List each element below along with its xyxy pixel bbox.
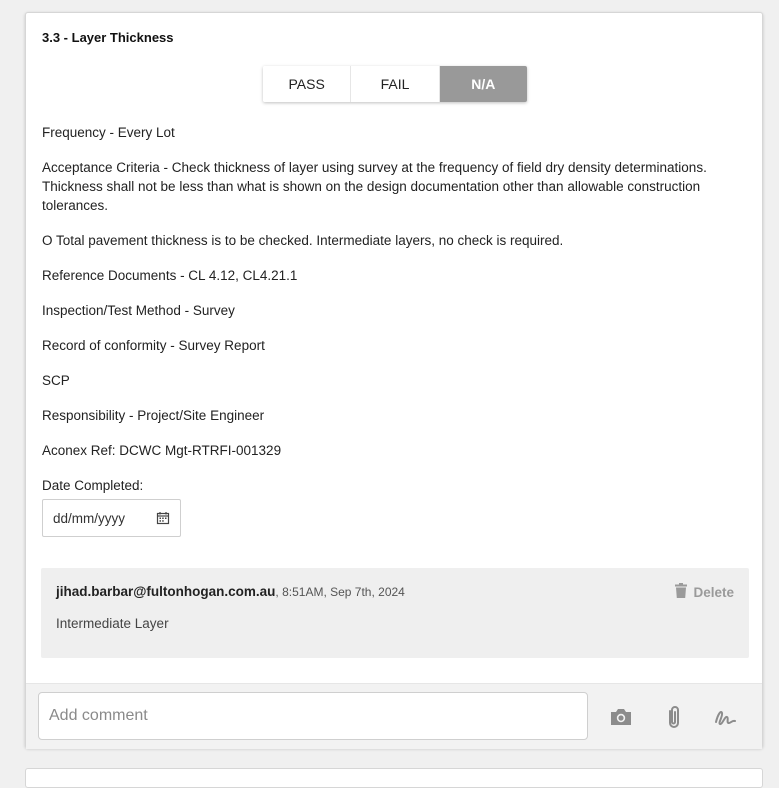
result-toggle-group: PASS FAIL N/A: [263, 66, 527, 102]
na-button[interactable]: N/A: [439, 66, 527, 102]
calendar-icon[interactable]: [156, 511, 170, 525]
date-completed-label: Date Completed:: [42, 478, 144, 493]
signature-icon[interactable]: [712, 704, 738, 730]
thickness-note-text: O Total pavement thickness is to be chec…: [42, 233, 564, 248]
acceptance-criteria-text: Acceptance Criteria - Check thickness of…: [42, 160, 707, 213]
next-item-card: [25, 768, 763, 788]
item-details: Frequency - Every Lot Acceptance Criteri…: [42, 123, 742, 537]
comment-entry: jihad.barbar@fultonhogan.com.au, 8:51AM,…: [41, 568, 749, 658]
add-comment-input[interactable]: [38, 692, 588, 740]
fail-button[interactable]: FAIL: [351, 66, 440, 102]
aconex-ref-text: Aconex Ref: DCWC Mgt-RTRFI-001329: [42, 443, 282, 458]
delete-label: Delete: [693, 584, 734, 600]
comment-timestamp: , 8:51AM, Sep 7th, 2024: [275, 585, 405, 599]
date-placeholder: dd/mm/yyyy: [53, 510, 126, 526]
checklist-item-card: 3.3 - Layer Thickness PASS FAIL N/A Freq…: [25, 12, 763, 749]
comment-text: Intermediate Layer: [56, 616, 169, 631]
comment-footer: [26, 683, 762, 749]
record-of-conformity-text: Record of conformity - Survey Report: [42, 338, 265, 353]
pass-button[interactable]: PASS: [263, 66, 352, 102]
item-title: 3.3 - Layer Thickness: [42, 30, 174, 45]
comment-author: jihad.barbar@fultonhogan.com.au: [56, 584, 276, 599]
responsibility-text: Responsibility - Project/Site Engineer: [42, 408, 265, 423]
comment-header: jihad.barbar@fultonhogan.com.au, 8:51AM,…: [56, 584, 405, 599]
delete-comment-button[interactable]: Delete: [675, 583, 734, 601]
reference-documents-text: Reference Documents - CL 4.12, CL4.21.1: [42, 268, 298, 283]
inspection-method-text: Inspection/Test Method - Survey: [42, 303, 235, 318]
paperclip-icon[interactable]: [661, 704, 687, 730]
camera-icon[interactable]: [608, 704, 634, 730]
frequency-text: Frequency - Every Lot: [42, 125, 175, 140]
trash-icon: [675, 583, 688, 601]
scp-text: SCP: [42, 373, 70, 388]
date-completed-input[interactable]: dd/mm/yyyy: [42, 499, 181, 537]
